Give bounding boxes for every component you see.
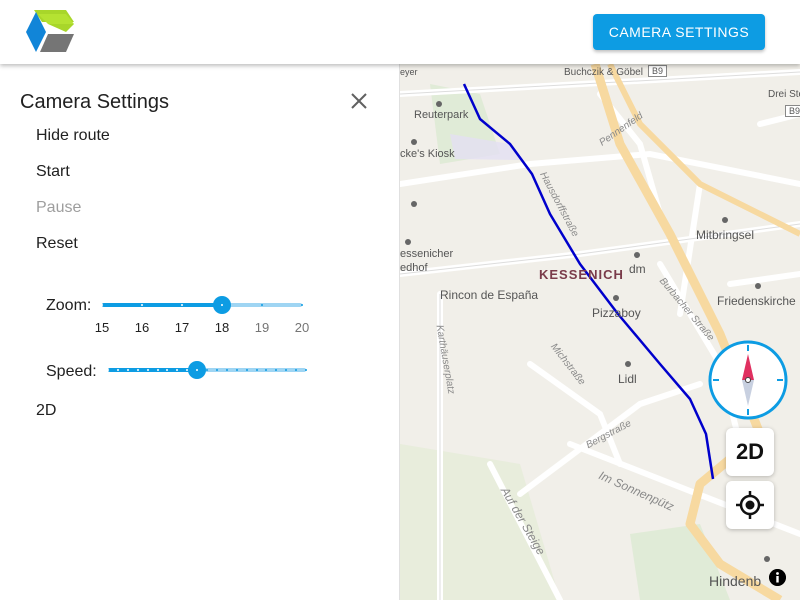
- map-label-dm: dm: [629, 262, 646, 276]
- speed-tick: [126, 369, 129, 371]
- speed-tick: [245, 369, 248, 371]
- speed-tick: [107, 369, 109, 371]
- zoom-label: Zoom:: [46, 297, 92, 314]
- zoom-tick-label: 16: [134, 320, 150, 335]
- map-label-friedenskirche: Friedenskirche: [717, 294, 796, 308]
- zoom-tick: [101, 304, 103, 306]
- start-button[interactable]: Start: [36, 163, 70, 181]
- compass-icon[interactable]: [708, 340, 788, 420]
- map-label-rincon: Rincon de España: [440, 288, 539, 302]
- zoom-tick-label: 20: [294, 320, 310, 335]
- speed-tick: [116, 369, 119, 371]
- locate-button[interactable]: [726, 481, 774, 529]
- zoom-tick: [261, 304, 263, 306]
- panel-title: Camera Settings: [20, 91, 169, 113]
- map-label-b9-right: B9: [785, 105, 800, 117]
- map-label-drei-steine: Drei Ste: [768, 89, 800, 100]
- app-logo: [26, 10, 74, 52]
- map-label-kiosk: cke's Kiosk: [400, 148, 455, 160]
- camera-settings-panel: Camera Settings Hide route Start Pause R…: [0, 64, 400, 600]
- zoom-tick-label: 15: [94, 320, 110, 335]
- map-label-lidl: Lidl: [618, 372, 637, 386]
- speed-slider[interactable]: [107, 360, 307, 380]
- map-label-hindenburg: Hindenb: [709, 573, 762, 589]
- close-icon[interactable]: [346, 88, 372, 114]
- map-label-buchczik: Buchczik & Göbel: [564, 67, 643, 78]
- speed-tick: [215, 369, 218, 371]
- speed-tick: [305, 369, 307, 371]
- map-2d-button[interactable]: 2D: [726, 428, 774, 476]
- zoom-tick: [301, 304, 303, 306]
- zoom-track-fill: [102, 303, 222, 307]
- zoom-tick-label: 17: [174, 320, 190, 335]
- zoom-tick-label: 18: [214, 320, 230, 335]
- speed-tick: [206, 369, 208, 371]
- map-label-essenicher: essenicher: [400, 248, 454, 260]
- zoom-tick-label: 19: [254, 320, 270, 335]
- pause-button[interactable]: Pause: [36, 199, 81, 217]
- zoom-tick: [221, 304, 223, 306]
- map-label-meyer: eyer: [400, 67, 418, 77]
- speed-tick: [255, 369, 258, 371]
- camera-settings-button[interactable]: CAMERA SETTINGS: [593, 14, 765, 50]
- map-label-mitbringsel: Mitbringsel: [696, 228, 755, 242]
- speed-tick: [235, 369, 238, 371]
- zoom-slider[interactable]: [101, 295, 303, 315]
- speed-track-fill: [108, 368, 198, 372]
- speed-tick: [156, 369, 159, 371]
- app-header: CAMERA SETTINGS: [0, 0, 800, 64]
- map-label-kessenich: KESSENICH: [539, 267, 624, 282]
- zoom-tick: [181, 304, 183, 306]
- zoom-tick: [141, 304, 143, 306]
- speed-tick: [225, 369, 228, 371]
- hide-route-button[interactable]: Hide route: [36, 127, 110, 145]
- view-mode-toggle[interactable]: 2D: [36, 402, 56, 420]
- info-icon[interactable]: [769, 569, 786, 586]
- reset-button[interactable]: Reset: [36, 235, 78, 253]
- map-label-pizzaboy: Pizzaboy: [592, 306, 641, 320]
- locate-icon: [736, 491, 764, 519]
- map-label-b9-top: B9: [648, 65, 668, 77]
- speed-label: Speed:: [46, 363, 97, 380]
- map-label-reuterpark: Reuterpark: [414, 109, 469, 121]
- speed-tick: [136, 369, 139, 371]
- speed-tick: [146, 369, 149, 371]
- map-label-edhof: edhof: [400, 262, 428, 274]
